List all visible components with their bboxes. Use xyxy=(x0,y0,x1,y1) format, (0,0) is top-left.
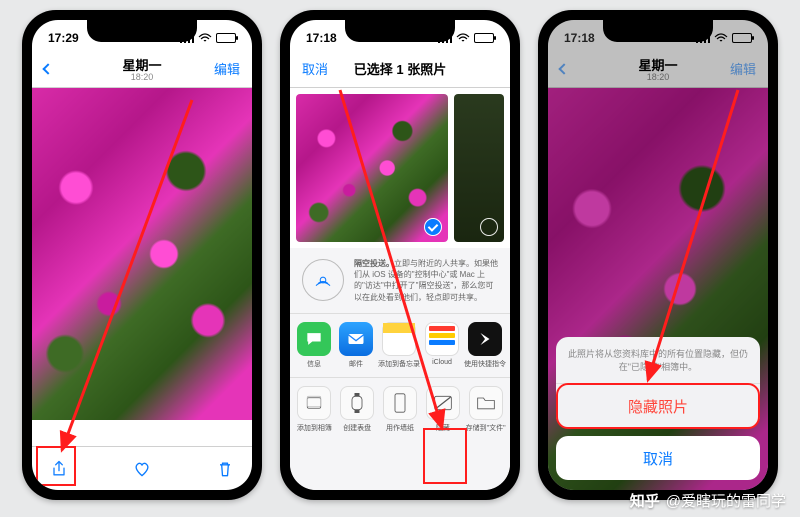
nav-bar: 取消 已选择 1 张照片 xyxy=(290,50,510,88)
action-save-files[interactable]: 存储到"文件" xyxy=(465,386,506,433)
nav-subtitle: 18:20 xyxy=(548,72,768,82)
share-apps-row: 信息 邮件 添加到备忘录 iCloud 使用快捷指令 xyxy=(290,314,510,378)
airdrop-text: 隔空投送。立即与附近的人共享。如果他们从 iOS 设备的"控制中心"或 Mac … xyxy=(354,258,498,303)
wifi-icon xyxy=(714,33,728,43)
sheet-hint: 此照片将从您资料库中的所有位置隐藏，但仍在"已隐藏"相簿中。 xyxy=(556,337,760,384)
watermark-author: @爱瞎玩的雷同学 xyxy=(666,490,786,511)
nav-bar: 星期一 18:20 编辑 xyxy=(32,50,252,88)
trash-icon[interactable] xyxy=(214,458,236,480)
notch xyxy=(87,20,197,42)
hide-photo-button[interactable]: 隐藏照片 xyxy=(556,384,760,428)
edit-button[interactable]: 编辑 xyxy=(730,59,756,78)
wifi-icon xyxy=(198,33,212,43)
thumbnail-selected[interactable] xyxy=(296,94,448,242)
photo-viewer[interactable] xyxy=(32,88,252,420)
action-sheet: 此照片将从您资料库中的所有位置隐藏，但仍在"已隐藏"相簿中。 隐藏照片 取消 xyxy=(556,337,760,480)
cancel-button[interactable]: 取消 xyxy=(556,436,760,480)
battery-icon xyxy=(474,33,494,43)
action-create-watchface[interactable]: 创建表盘 xyxy=(337,386,378,433)
phone-frame-1: 17:29 星期一 18:20 编辑 xyxy=(22,10,262,500)
nav-title: 星期一 xyxy=(548,55,768,74)
bottom-toolbar xyxy=(32,446,252,490)
action-wallpaper[interactable]: 用作墙纸 xyxy=(380,386,421,433)
nav-bar: 星期一 18:20 编辑 xyxy=(548,50,768,88)
phone-frame-3: 17:18 星期一 18:20 编辑 xyxy=(538,10,778,500)
battery-icon xyxy=(216,33,236,43)
share-actions-row: 添加到相簿 创建表盘 用作墙纸 隐藏 存储到"文件" xyxy=(290,378,510,441)
back-button[interactable] xyxy=(44,61,54,76)
status-time: 17:18 xyxy=(564,31,595,45)
watermark: 知乎 @爱瞎玩的雷同学 xyxy=(630,490,786,511)
airdrop-icon xyxy=(302,259,344,301)
phone-frame-2: 17:18 取消 已选择 1 张照片 xyxy=(280,10,520,500)
app-notes[interactable]: 添加到备忘录 xyxy=(378,322,420,369)
thumbnail-row xyxy=(290,88,510,248)
cancel-button[interactable]: 取消 xyxy=(302,59,328,78)
status-time: 17:18 xyxy=(306,31,337,45)
circle-icon xyxy=(480,218,498,236)
notch xyxy=(603,20,713,42)
back-button[interactable] xyxy=(560,61,570,76)
wifi-icon xyxy=(456,33,470,43)
notch xyxy=(345,20,455,42)
share-icon[interactable] xyxy=(48,458,70,480)
battery-icon xyxy=(732,33,752,43)
zhihu-logo: 知乎 xyxy=(630,490,660,511)
check-icon xyxy=(424,218,442,236)
heart-icon[interactable] xyxy=(131,458,153,480)
app-mail[interactable]: 邮件 xyxy=(336,322,376,369)
thumbnail-next[interactable] xyxy=(454,94,504,242)
action-add-to-album[interactable]: 添加到相簿 xyxy=(294,386,335,433)
action-hide[interactable]: 隐藏 xyxy=(422,386,463,433)
app-messages[interactable]: 信息 xyxy=(294,322,334,369)
edit-button[interactable]: 编辑 xyxy=(214,59,240,78)
app-icloud[interactable]: iCloud xyxy=(422,322,462,369)
airdrop-row[interactable]: 隔空投送。立即与附近的人共享。如果他们从 iOS 设备的"控制中心"或 Mac … xyxy=(290,248,510,314)
status-time: 17:29 xyxy=(48,31,79,45)
app-shortcuts[interactable]: 使用快捷指令 xyxy=(464,322,506,369)
